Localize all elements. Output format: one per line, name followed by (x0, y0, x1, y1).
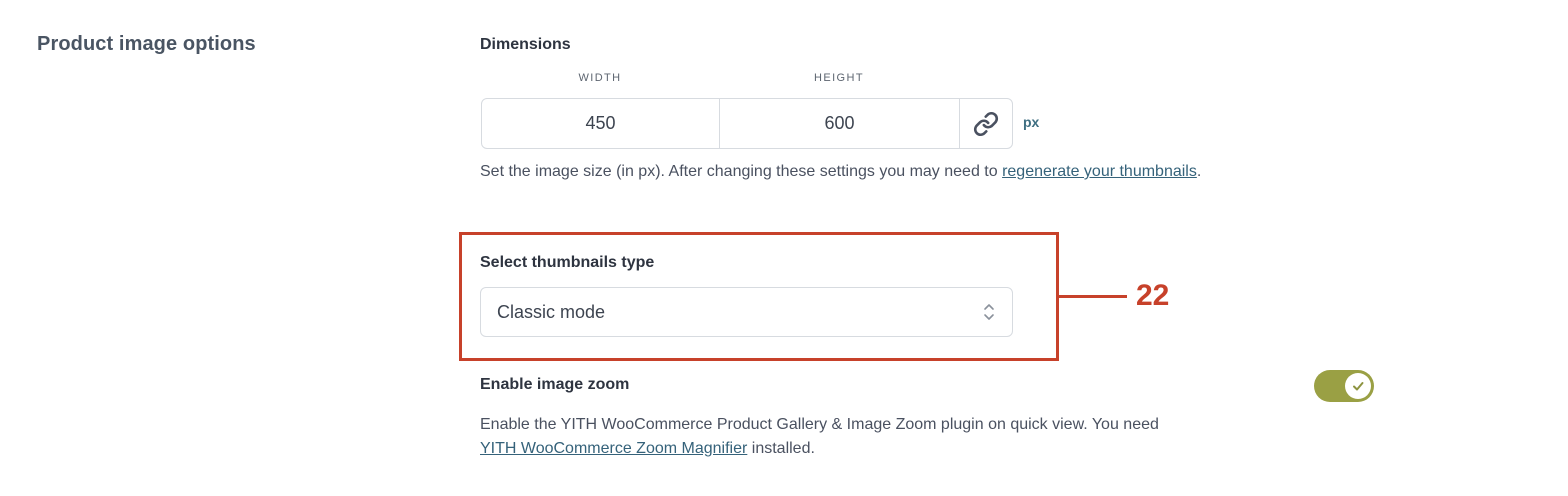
thumbnails-type-selected-value: Classic mode (497, 301, 606, 322)
zoom-help-suffix: installed. (747, 440, 815, 457)
height-input[interactable] (720, 99, 960, 148)
dimensions-label: Dimensions (480, 36, 571, 53)
annotation-number: 22 (1136, 279, 1170, 312)
dimensions-help-suffix: . (1196, 163, 1202, 180)
link-dimensions-button[interactable] (960, 99, 1012, 148)
image-zoom-toggle[interactable] (1314, 370, 1374, 402)
link-chain-icon (973, 111, 999, 136)
image-zoom-label: Enable image zoom (480, 376, 630, 393)
dimensions-help-prefix: Set the image size (in px). After changi… (480, 163, 1003, 180)
zoom-magnifier-link[interactable]: YITH WooCommerce Zoom Magnifier (480, 440, 747, 457)
regenerate-thumbnails-link[interactable]: regenerate your thumbnails (1002, 163, 1197, 180)
annotation-callout-line (1059, 295, 1127, 298)
width-column-label: WIDTH (578, 72, 622, 84)
chevron-up-down-icon (984, 304, 994, 320)
thumbnails-type-select[interactable]: Classic mode (480, 287, 1013, 337)
dimensions-help-text: Set the image size (in px). After changi… (480, 160, 1240, 184)
height-column-label: HEIGHT (814, 72, 864, 84)
unit-label: px (1023, 114, 1040, 130)
section-title: Product image options (37, 33, 256, 55)
zoom-help-prefix: Enable the YITH WooCommerce Product Gall… (480, 416, 1159, 433)
check-icon (1353, 382, 1364, 391)
toggle-knob (1345, 373, 1371, 399)
thumbnails-type-label: Select thumbnails type (480, 254, 655, 271)
width-input[interactable] (482, 99, 720, 148)
image-zoom-help-text: Enable the YITH WooCommerce Product Gall… (480, 413, 1280, 461)
dimensions-input-group (481, 98, 1013, 149)
